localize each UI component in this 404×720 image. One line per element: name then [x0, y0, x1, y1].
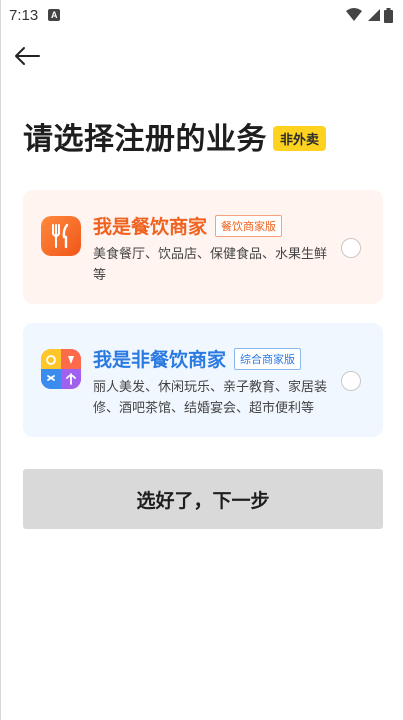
card-title-row: 我是餐饮商家 餐饮商家版 [93, 212, 283, 239]
next-step-button[interactable]: 选好了，下一步 [23, 469, 383, 529]
status-bar: 7:13 A [1, 0, 403, 30]
status-right [346, 7, 393, 23]
option-tag: 综合商家版 [234, 347, 302, 370]
battery-icon [384, 7, 393, 23]
title-row: 请选择注册的业务 非外卖 [23, 114, 327, 158]
wifi-icon [346, 8, 362, 21]
arrow-left-icon [15, 47, 40, 65]
back-button[interactable] [11, 40, 43, 72]
option-description: 丽人美发、休闲玩乐、亲子教育、家居装修、酒吧茶馆、结婚宴会、超市便利等 [93, 380, 328, 416]
card-title-row: 我是非餐饮商家 综合商家版 [93, 345, 302, 372]
status-time: 7:13 [9, 6, 39, 24]
title-badge: 非外卖 [273, 125, 327, 151]
page-title: 请选择注册的业务 [23, 122, 267, 157]
cell-signal-icon [368, 9, 380, 21]
option-radio[interactable] [341, 238, 361, 258]
notification-app-icon: A [48, 9, 61, 21]
option-card-food-merchant[interactable]: 我是餐饮商家 餐饮商家版 美食餐厅、饮品店、保健食品、水果生鲜等 [23, 190, 383, 304]
option-tag: 餐饮商家版 [215, 214, 283, 237]
multi-category-icon [41, 349, 81, 389]
option-radio[interactable] [341, 371, 361, 391]
utensils-icon [41, 216, 81, 256]
option-title: 我是餐饮商家 [93, 216, 208, 238]
option-card-nonfood-merchant[interactable]: 我是非餐饮商家 综合商家版 丽人美发、休闲玩乐、亲子教育、家居装修、酒吧茶馆、结… [23, 323, 383, 437]
status-left: 7:13 A [9, 6, 61, 24]
option-description: 美食餐厅、饮品店、保健食品、水果生鲜等 [93, 247, 328, 283]
option-title: 我是非餐饮商家 [93, 349, 227, 371]
